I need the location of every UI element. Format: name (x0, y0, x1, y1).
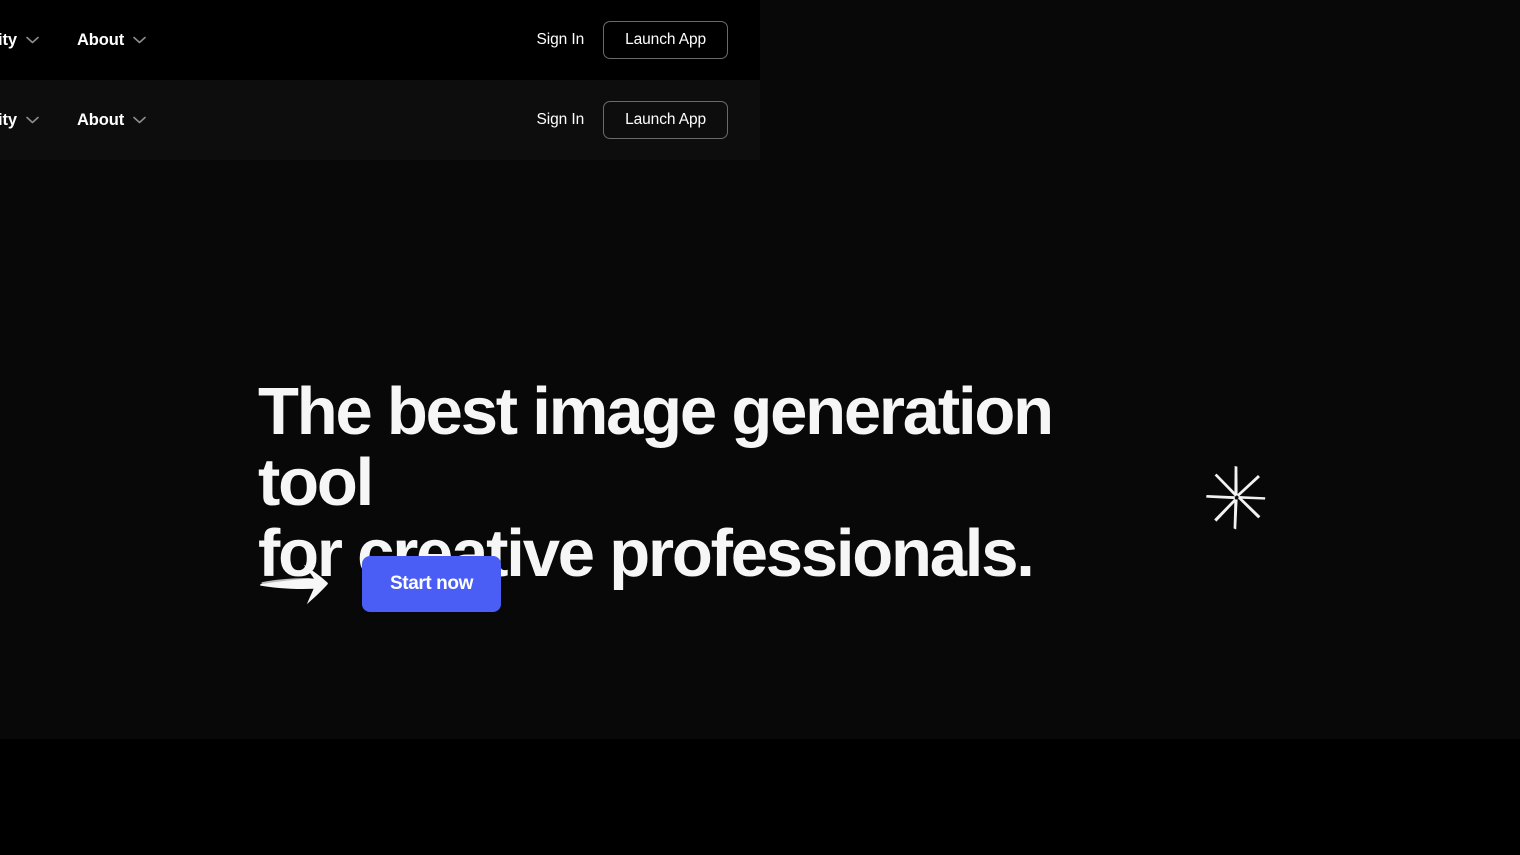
hero-cta-row: Start now (258, 556, 501, 612)
nav-item-about-primary[interactable]: About (77, 31, 146, 50)
launch-app-button[interactable]: Launch App (603, 100, 728, 140)
nav-item-label: nity (0, 110, 17, 129)
hand-drawn-arrow-right-icon (258, 560, 344, 608)
chevron-down-icon[interactable] (26, 36, 39, 44)
chevron-down-icon[interactable] (133, 116, 146, 124)
navbar-secondary: nity About Sign In Launch App (0, 80, 760, 160)
page-root: nity About Sign In Launch App (0, 0, 1520, 855)
sign-in-link[interactable]: Sign In (537, 31, 585, 49)
navbar-primary-actions: Sign In Launch App (537, 20, 760, 60)
nav-item-label: About (76, 110, 125, 129)
nav-item-community-secondary[interactable]: nity (0, 111, 39, 130)
navbar-primary: nity About Sign In Launch App (0, 0, 760, 80)
navbar-primary-links: nity About (0, 31, 146, 50)
start-now-button[interactable]: Start now (362, 556, 501, 612)
navbar-secondary-actions: Sign In Launch App (537, 100, 760, 140)
hand-drawn-sparkle-star-icon (1203, 463, 1269, 533)
nav-item-label: About (76, 30, 125, 49)
nav-item-about-secondary[interactable]: About (77, 111, 146, 130)
chevron-down-icon[interactable] (26, 116, 39, 124)
nav-item-community-primary[interactable]: nity (0, 31, 39, 50)
nav-item-label: nity (0, 30, 17, 49)
sign-in-link[interactable]: Sign In (537, 111, 585, 129)
chevron-down-icon[interactable] (133, 36, 146, 44)
launch-app-button[interactable]: Launch App (603, 20, 728, 60)
navbar-secondary-links: nity About (0, 111, 146, 130)
